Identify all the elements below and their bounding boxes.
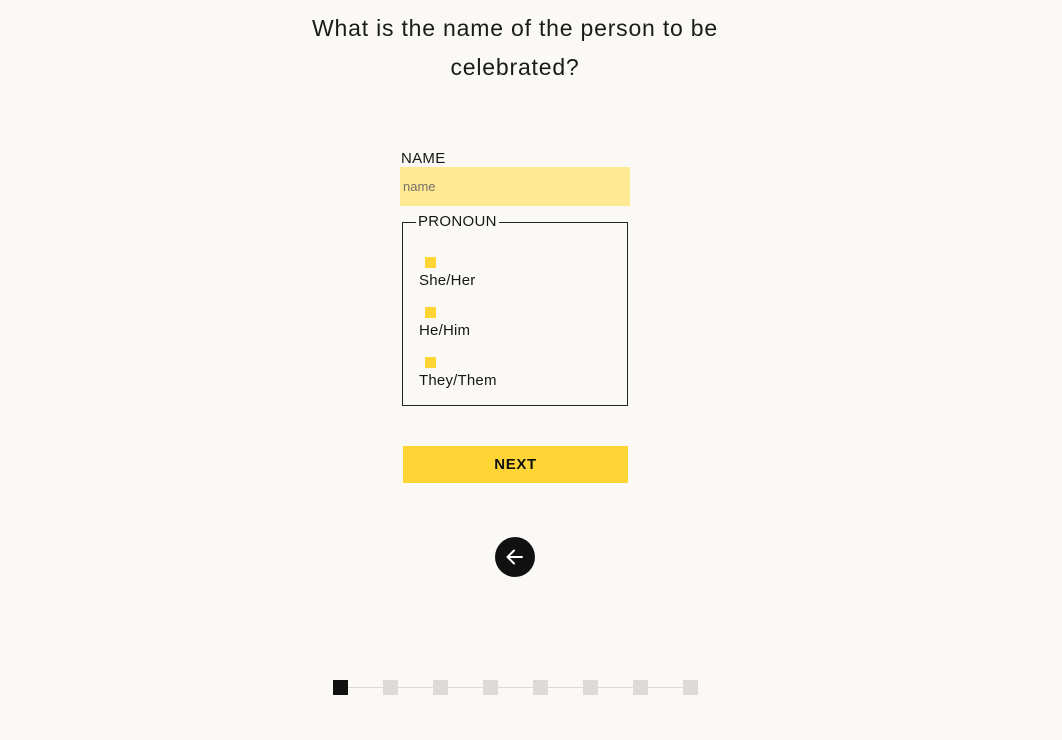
name-label: NAME bbox=[401, 150, 446, 167]
pronoun-option-she-her[interactable]: She/Her bbox=[419, 257, 599, 297]
step-8 bbox=[683, 680, 698, 695]
name-input[interactable] bbox=[400, 167, 630, 206]
pronoun-option-label: She/Her bbox=[419, 272, 476, 289]
step-7 bbox=[633, 680, 648, 695]
next-button[interactable]: NEXT bbox=[403, 446, 628, 483]
arrow-left-icon bbox=[506, 549, 523, 565]
radio-box[interactable] bbox=[425, 357, 436, 368]
pronoun-legend: PRONOUN bbox=[416, 213, 499, 230]
pronoun-fieldset: PRONOUN She/Her He/Him They/Them bbox=[402, 214, 628, 406]
question-heading: What is the name of the person to be cel… bbox=[312, 15, 718, 80]
pronoun-option-label: He/Him bbox=[419, 322, 471, 339]
radio-box[interactable] bbox=[425, 257, 436, 268]
progress-stepper bbox=[333, 680, 698, 695]
step-6 bbox=[583, 680, 598, 695]
step-1 bbox=[333, 680, 348, 695]
pronoun-option-they-them[interactable]: They/Them bbox=[419, 357, 599, 397]
form-page: What is the name of the person to be cel… bbox=[0, 0, 1062, 740]
step-2 bbox=[383, 680, 398, 695]
back-button[interactable] bbox=[495, 537, 535, 577]
step-5 bbox=[533, 680, 548, 695]
pronoun-option-label: They/Them bbox=[419, 372, 497, 389]
step-3 bbox=[433, 680, 448, 695]
radio-box[interactable] bbox=[425, 307, 436, 318]
step-4 bbox=[483, 680, 498, 695]
pronoun-option-he-him[interactable]: He/Him bbox=[419, 307, 599, 347]
